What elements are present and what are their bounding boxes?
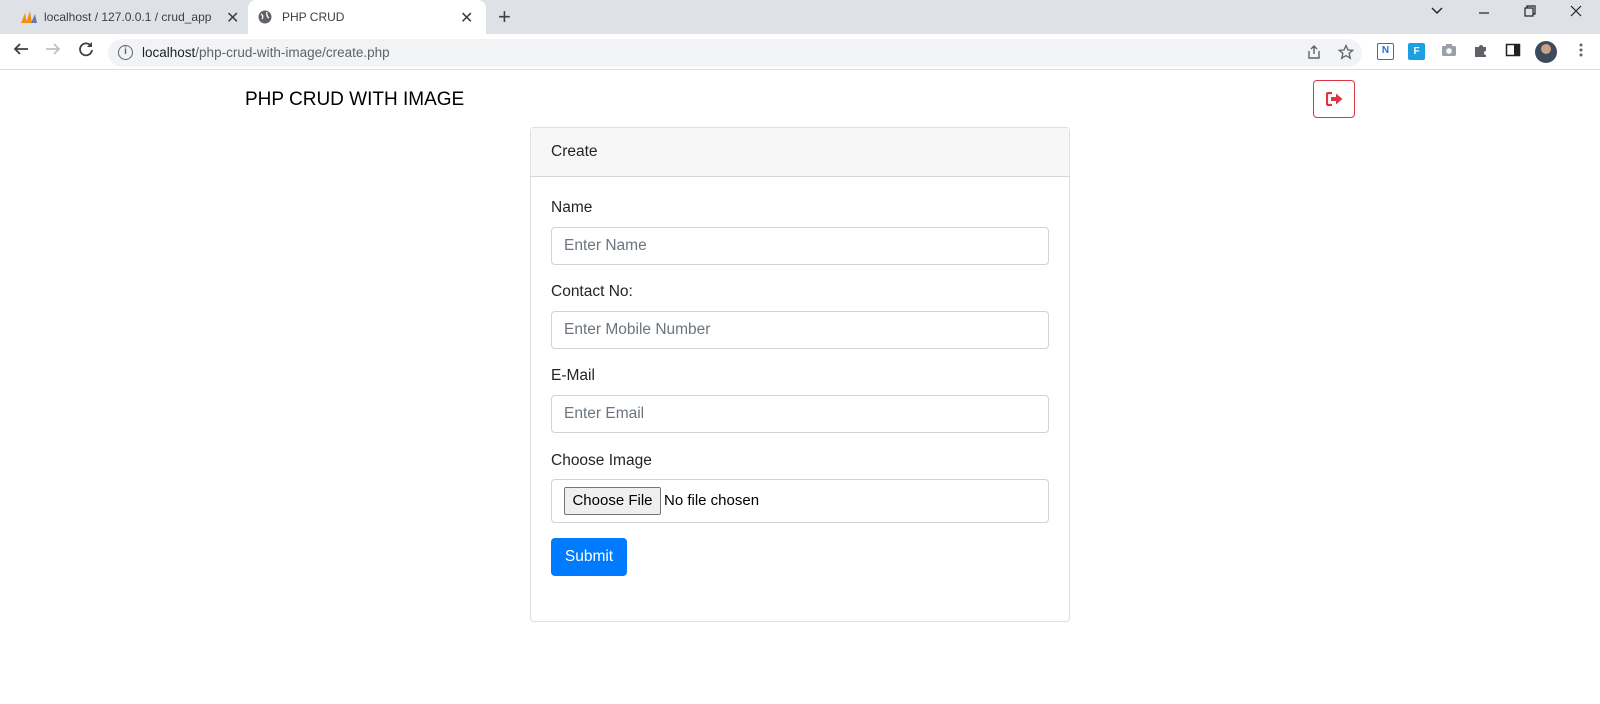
- image-label: Choose Image: [551, 452, 652, 469]
- tab-search-chevron-icon[interactable]: [1430, 4, 1444, 21]
- tab-title: PHP CRUD: [282, 10, 345, 24]
- back-arrow-icon[interactable]: [12, 40, 30, 63]
- url-path: /php-crud-with-image/create.php: [195, 45, 390, 60]
- logout-button[interactable]: [1313, 80, 1355, 118]
- name-input[interactable]: [551, 227, 1049, 265]
- restore-icon[interactable]: [1524, 4, 1536, 21]
- sign-out-icon: [1326, 92, 1343, 106]
- submit-button[interactable]: Submit: [551, 538, 627, 576]
- tab-title: localhost / 127.0.0.1 / crud_app | phpMy…: [44, 10, 212, 24]
- browser-toolbar: i localhost/php-crud-with-image/create.p…: [0, 34, 1600, 70]
- close-tab-icon[interactable]: ✕: [460, 8, 473, 28]
- new-tab-icon[interactable]: +: [498, 5, 511, 29]
- share-icon[interactable]: [1306, 44, 1322, 64]
- side-panel-icon[interactable]: [1505, 42, 1521, 62]
- forward-arrow-icon[interactable]: [44, 40, 62, 63]
- browser-tab-strip: localhost / 127.0.0.1 / crud_app | phpMy…: [0, 0, 1600, 34]
- close-tab-icon[interactable]: ✕: [226, 8, 239, 28]
- reload-icon[interactable]: [77, 40, 95, 63]
- extensions-puzzle-icon[interactable]: [1473, 42, 1489, 62]
- bookmark-star-icon[interactable]: [1337, 43, 1355, 64]
- camera-icon[interactable]: [1441, 42, 1457, 62]
- choose-file-button[interactable]: Choose File: [564, 487, 661, 515]
- card-header: Create: [531, 128, 1069, 177]
- page-title: PHP CRUD WITH IMAGE: [245, 89, 465, 110]
- contact-input[interactable]: [551, 311, 1049, 349]
- more-menu-icon[interactable]: [1578, 42, 1584, 62]
- globe-icon: [258, 10, 272, 27]
- extension-n-icon[interactable]: N: [1377, 43, 1394, 60]
- address-bar[interactable]: i localhost/php-crud-with-image/create.p…: [108, 39, 1362, 67]
- name-label: Name: [551, 199, 593, 216]
- image-file-input: Choose File No file chosen: [551, 479, 1049, 523]
- file-status-text: No file chosen: [664, 492, 760, 509]
- phpmyadmin-icon: [20, 10, 38, 27]
- tab-phpmyadmin[interactable]: localhost / 127.0.0.1 / crud_app | phpMy…: [8, 0, 254, 34]
- profile-avatar[interactable]: [1535, 41, 1557, 63]
- url-text: localhost/php-crud-with-image/create.php: [142, 45, 390, 60]
- contact-label: Contact No:: [551, 283, 633, 300]
- extension-f-icon[interactable]: F: [1408, 43, 1425, 60]
- create-form-card: Create Name Contact No: E-Mail Choose Im…: [530, 127, 1070, 622]
- tab-php-crud[interactable]: PHP CRUD ✕: [248, 0, 486, 34]
- close-window-icon[interactable]: [1570, 4, 1582, 21]
- url-host: localhost: [142, 45, 196, 60]
- site-info-icon[interactable]: i: [118, 45, 133, 60]
- email-label: E-Mail: [551, 367, 595, 384]
- email-input[interactable]: [551, 395, 1049, 433]
- minimize-icon[interactable]: [1478, 4, 1490, 21]
